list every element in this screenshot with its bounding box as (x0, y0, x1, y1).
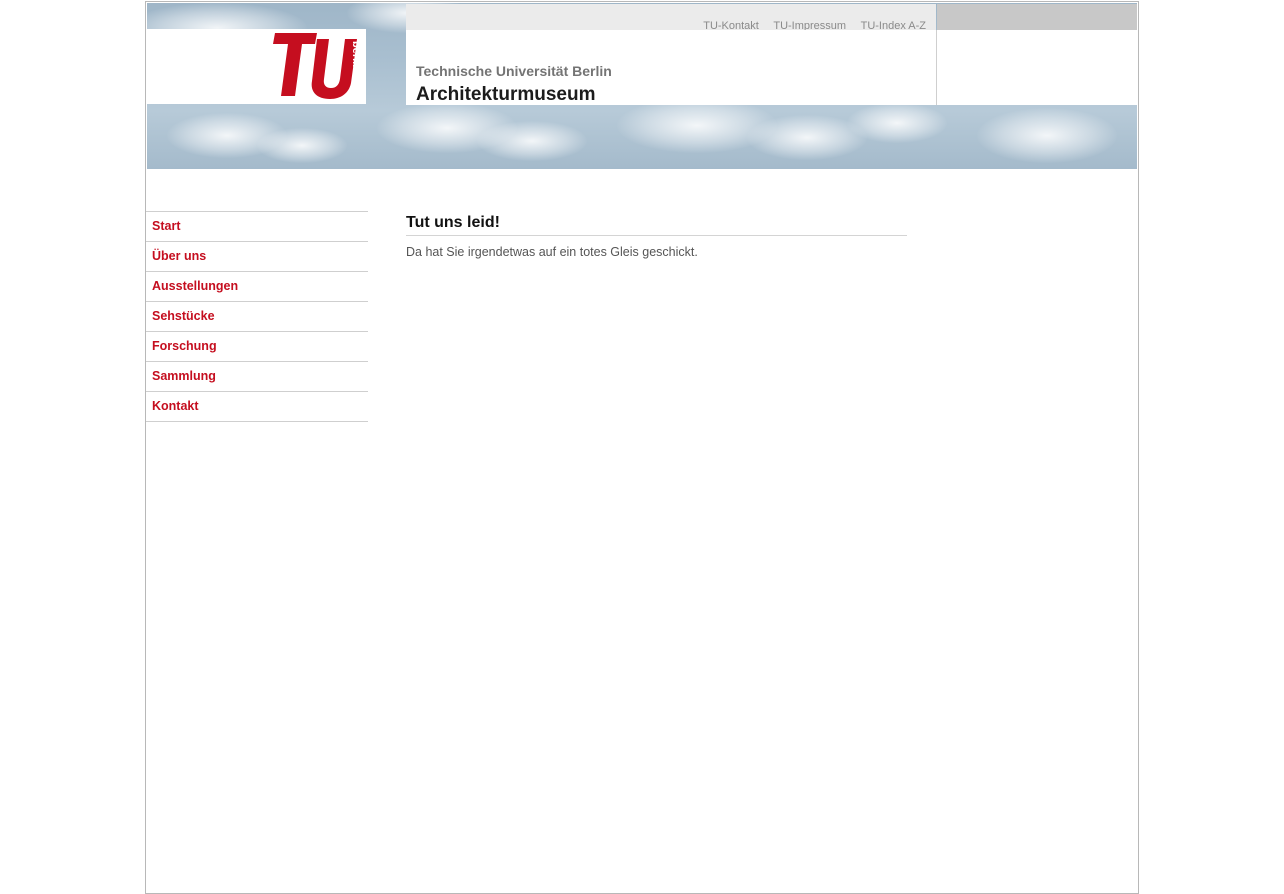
sidebar-item-kontakt[interactable]: Kontakt (146, 392, 368, 422)
sidebar-item-forschung[interactable]: Forschung (146, 332, 368, 362)
page-title: Tut uns leid! (406, 214, 907, 236)
top-links-bar: TU-Kontakt TU-Impressum TU-Index A-Z (406, 4, 936, 32)
sidebar-item-sammlung[interactable]: Sammlung (146, 362, 368, 392)
main-content: Tut uns leid! Da hat Sie irgendetwas auf… (406, 214, 907, 259)
error-message: Da hat Sie irgendetwas auf ein totes Gle… (406, 245, 698, 259)
site-name[interactable]: Architekturmuseum (416, 84, 596, 106)
page-frame: berlin TU-Kontakt TU-Impressum TU-Index … (145, 1, 1139, 894)
title-area: Technische Universität Berlin Architektu… (406, 30, 937, 105)
logo-text: berlin (350, 41, 361, 71)
sidebar-item-ausstellungen[interactable]: Ausstellungen (146, 272, 368, 302)
sidebar-item-ueber-uns[interactable]: Über uns (146, 242, 368, 272)
header-banner: berlin TU-Kontakt TU-Impressum TU-Index … (147, 3, 1137, 169)
sidebar-item-sehstuecke[interactable]: Sehstücke (146, 302, 368, 332)
logo-area: berlin (147, 29, 366, 104)
tu-berlin-logo-icon[interactable]: berlin (273, 33, 361, 99)
sidebar-nav: Start Über uns Ausstellungen Sehstücke F… (146, 211, 368, 422)
right-top-bar (937, 4, 1137, 30)
right-header-box (937, 30, 1137, 105)
sidebar-item-start[interactable]: Start (146, 212, 368, 242)
university-name: Technische Universität Berlin (416, 63, 612, 79)
